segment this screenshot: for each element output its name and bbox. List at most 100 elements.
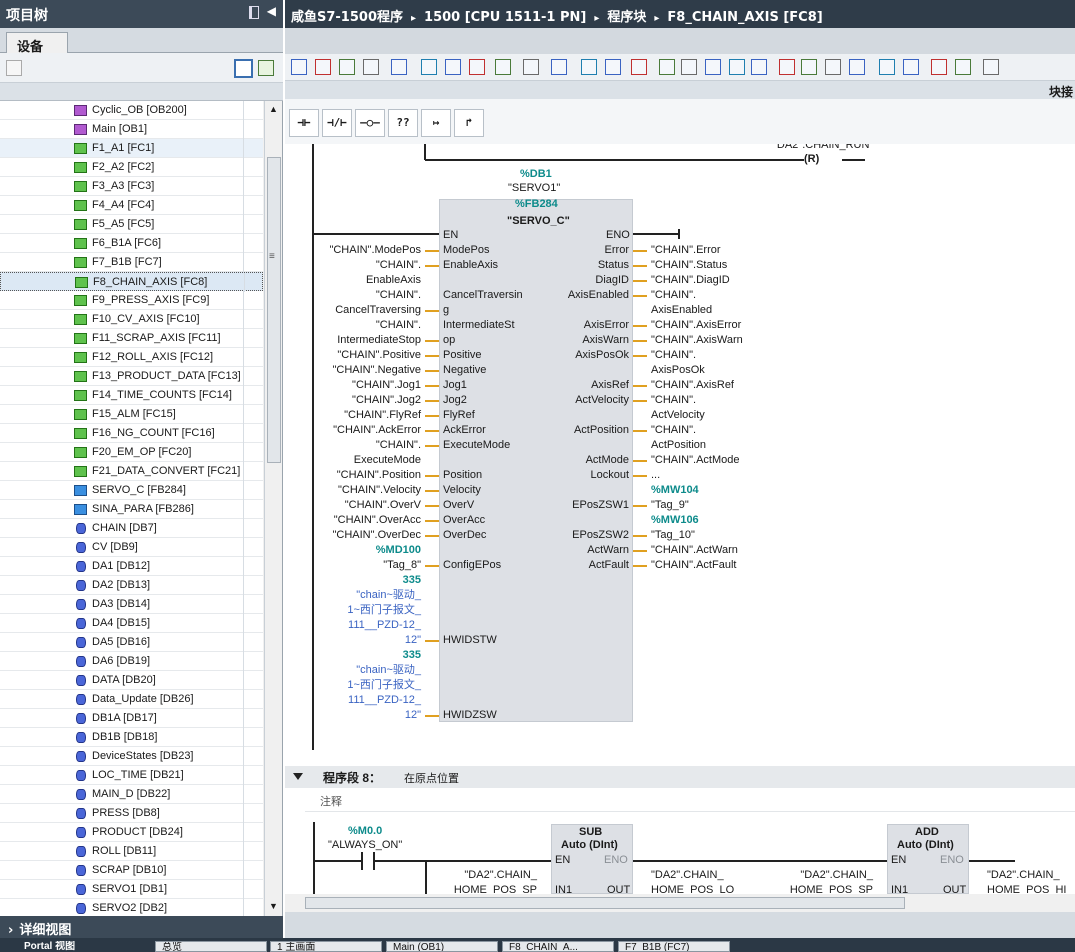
tree-item[interactable]: Data_Update [DB26] bbox=[0, 690, 263, 709]
ladder-tool-0[interactable]: ⊣⊢ bbox=[289, 109, 319, 137]
tree-item[interactable]: SERVO2 [DB2] bbox=[0, 899, 263, 916]
input-tag[interactable]: 1~西门子报文_ bbox=[305, 603, 421, 618]
input-tag[interactable]: "CHAIN". bbox=[305, 438, 421, 453]
tree-item[interactable]: F4_A4 [FC4] bbox=[0, 196, 263, 215]
input-tag[interactable]: "CHAIN".FlyRef bbox=[305, 408, 421, 423]
tree-item[interactable]: F15_ALM [FC15] bbox=[0, 405, 263, 424]
input-tag[interactable]: EnableAxis bbox=[305, 273, 421, 288]
indent-icon[interactable] bbox=[801, 59, 817, 75]
insert-network-icon[interactable] bbox=[291, 59, 307, 75]
go-to-icon[interactable] bbox=[681, 59, 697, 75]
tree-item[interactable]: SERVO_C [FB284] bbox=[0, 481, 263, 500]
tree-item[interactable]: CV [DB9] bbox=[0, 538, 263, 557]
tree-item[interactable]: F1_A1 [FC1] bbox=[0, 139, 263, 158]
tree-item[interactable]: F20_EM_OP [FC20] bbox=[0, 443, 263, 462]
download-icon[interactable] bbox=[631, 59, 647, 75]
network8-title[interactable]: 在原点位置 bbox=[404, 770, 459, 786]
tree-item[interactable]: DA4 [DB15] bbox=[0, 614, 263, 633]
detail-view-bar[interactable]: › 详细视图 bbox=[0, 916, 283, 938]
input-tag[interactable]: "CHAIN".Positive bbox=[305, 348, 421, 363]
input-tag[interactable]: "chain~驱动_ bbox=[305, 588, 421, 603]
tree-item[interactable]: PRESS [DB8] bbox=[0, 804, 263, 823]
tree-item[interactable]: F9_PRESS_AXIS [FC9] bbox=[0, 291, 263, 310]
contact-tag[interactable]: "ALWAYS_ON" bbox=[328, 838, 402, 853]
pin-icon[interactable] bbox=[249, 6, 259, 19]
ladder-tool-3[interactable]: ?? bbox=[388, 109, 418, 137]
output-tag[interactable]: "CHAIN".ActFault bbox=[651, 558, 736, 573]
watch-icon[interactable] bbox=[581, 59, 597, 75]
comments-toggle-icon[interactable] bbox=[495, 59, 511, 75]
tree-item[interactable]: F10_CV_AXIS [FC10] bbox=[0, 310, 263, 329]
bottom-tab[interactable]: F7_B1B (FC7) bbox=[618, 941, 730, 952]
sub-type[interactable]: Auto (DInt) bbox=[561, 838, 618, 853]
input-tag[interactable]: "CHAIN".OverDec bbox=[305, 528, 422, 543]
output-tag[interactable]: AxisPosOk bbox=[651, 363, 705, 378]
tree-item[interactable]: DA2 [DB13] bbox=[0, 576, 263, 595]
step-out-icon[interactable] bbox=[879, 59, 895, 75]
tree-item[interactable]: ROLL [DB11] bbox=[0, 842, 263, 861]
sub-out-tag[interactable]: "DA2".CHAIN_ bbox=[651, 868, 724, 883]
input-tag[interactable]: 111__PZD-12_ bbox=[305, 693, 421, 708]
input-tag[interactable]: 111__PZD-12_ bbox=[305, 618, 421, 633]
tree-item[interactable]: PRODUCT [DB24] bbox=[0, 823, 263, 842]
breadcrumb-item[interactable]: F8_CHAIN_AXIS [FC8] bbox=[667, 10, 822, 25]
input-tag[interactable]: "CHAIN".Position bbox=[305, 468, 421, 483]
add-row-icon[interactable] bbox=[363, 59, 379, 75]
instance-db-name[interactable]: "SERVO1" bbox=[508, 181, 560, 196]
bottom-tab[interactable]: 1 主画面 bbox=[270, 941, 382, 952]
simulate-icon[interactable] bbox=[931, 59, 947, 75]
input-tag[interactable]: "CHAIN". bbox=[305, 288, 421, 303]
output-tag[interactable]: ... bbox=[651, 468, 660, 483]
tree-item[interactable]: DB1A [DB17] bbox=[0, 709, 263, 728]
tree-item[interactable]: F14_TIME_COUNTS [FC14] bbox=[0, 386, 263, 405]
input-tag[interactable]: CancelTraversing bbox=[305, 303, 421, 318]
ladder-tool-1[interactable]: ⊣/⊢ bbox=[322, 109, 352, 137]
output-tag[interactable]: "CHAIN".AxisError bbox=[651, 318, 741, 333]
tree-item[interactable]: Cyclic_OB [OB200] bbox=[0, 101, 263, 120]
breadcrumb-item[interactable]: 程序块 bbox=[607, 10, 646, 25]
input-tag[interactable]: ExecuteMode bbox=[305, 453, 421, 468]
input-tag[interactable]: "CHAIN". bbox=[305, 318, 421, 333]
tree-item[interactable]: F5_A5 [FC5] bbox=[0, 215, 263, 234]
output-tag[interactable]: "Tag_10" bbox=[651, 528, 695, 543]
tree-item[interactable]: DB1B [DB18] bbox=[0, 728, 263, 747]
tree-item[interactable]: F12_ROLL_AXIS [FC12] bbox=[0, 348, 263, 367]
ladder-tool-2[interactable]: –○– bbox=[355, 109, 385, 137]
bottom-tab[interactable]: F8_CHAIN_A... bbox=[502, 941, 614, 952]
sub-in1-tag[interactable]: "DA2".CHAIN_ bbox=[441, 868, 537, 883]
first-icon[interactable] bbox=[751, 59, 767, 75]
tree-item[interactable]: F11_SCRAP_AXIS [FC11] bbox=[0, 329, 263, 348]
bottom-tab[interactable]: 总览 bbox=[155, 941, 267, 952]
input-tag[interactable]: 12" bbox=[305, 633, 421, 648]
breadcrumb-item[interactable]: 1500 [CPU 1511-1 PN] bbox=[424, 10, 586, 25]
output-tag[interactable]: ActPosition bbox=[651, 438, 706, 453]
tree-item[interactable]: SERVO1 [DB1] bbox=[0, 880, 263, 899]
block-interface-label[interactable]: 块接 bbox=[1049, 83, 1073, 100]
tree-item[interactable]: DA5 [DB16] bbox=[0, 633, 263, 652]
ladder-tool-5[interactable]: ↱ bbox=[454, 109, 484, 137]
output-tag[interactable]: "CHAIN". bbox=[651, 423, 696, 438]
tree-item[interactable]: DATA [DB20] bbox=[0, 671, 263, 690]
tree-item[interactable]: MAIN_D [DB22] bbox=[0, 785, 263, 804]
output-tag[interactable]: AxisEnabled bbox=[651, 303, 712, 318]
add-type[interactable]: Auto (DInt) bbox=[897, 838, 954, 853]
editor-horizontal-scrollbar[interactable] bbox=[285, 894, 1075, 912]
tree-item[interactable]: Main [OB1] bbox=[0, 120, 263, 139]
network8-comment[interactable]: 注释 bbox=[305, 789, 1075, 812]
input-tag[interactable]: "Tag_8" bbox=[305, 558, 421, 573]
tree-item[interactable]: SINA_PARA [FB286] bbox=[0, 500, 263, 519]
output-tag[interactable]: "CHAIN".AxisWarn bbox=[651, 333, 743, 348]
prev-error-icon[interactable] bbox=[729, 59, 745, 75]
input-tag[interactable]: "CHAIN".Jog1 bbox=[305, 378, 421, 393]
input-tag[interactable]: "CHAIN".Negative bbox=[305, 363, 421, 378]
output-tag[interactable]: ActVelocity bbox=[651, 408, 705, 423]
reset-coil[interactable]: (R) bbox=[804, 152, 819, 167]
breadcrumb-item[interactable]: 咸鱼S7-1500程序 bbox=[291, 10, 403, 25]
toggle-icon-icon[interactable] bbox=[391, 59, 407, 75]
output-tag[interactable]: "CHAIN". bbox=[651, 288, 696, 303]
tab-devices[interactable]: 设备 bbox=[6, 32, 68, 55]
compare-icon[interactable] bbox=[659, 59, 675, 75]
tree-item[interactable]: F7_B1B [FC7] bbox=[0, 253, 263, 272]
input-tag[interactable]: "CHAIN". bbox=[305, 258, 421, 273]
tree-item[interactable]: F2_A2 [FC2] bbox=[0, 158, 263, 177]
